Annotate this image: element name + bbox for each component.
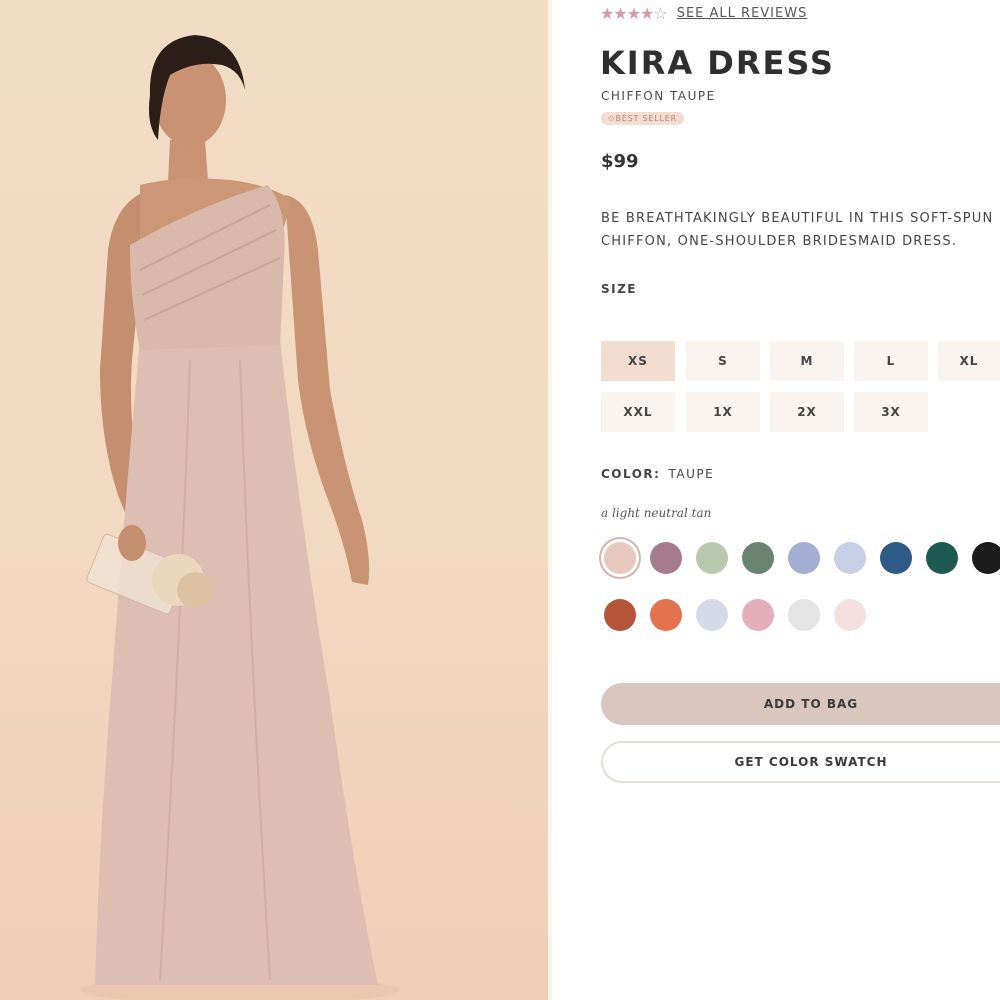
product-price: $99 [601,151,639,172]
color-swatch[interactable] [696,542,728,574]
product-photo [0,0,548,1000]
size-option-l[interactable]: L [854,341,928,381]
size-option-xxl[interactable]: XXL [601,392,675,432]
color-swatch[interactable] [742,599,774,631]
star-rating: ★★★★☆ [600,4,668,23]
description-line-2: CHIFFON, ONE-SHOULDER BRIDESMAID DRESS. [601,234,958,249]
color-swatch[interactable] [972,542,1000,574]
selected-color-description: a light neutral tan [601,506,712,520]
size-label: SIZE [601,282,638,296]
size-option-2x[interactable]: 2X [770,392,844,432]
color-label-title: COLOR: [601,467,661,481]
description-line-1: BE BREATHTAKINGLY BEAUTIFUL IN THIS SOFT… [601,211,994,226]
size-option-s[interactable]: S [686,341,760,381]
size-option-3x[interactable]: 3X [854,392,928,432]
color-swatch[interactable] [788,542,820,574]
size-option-m[interactable]: M [770,341,844,381]
product-description: BE BREATHTAKINGLY BEAUTIFUL IN THIS SOFT… [601,207,1000,253]
color-swatch[interactable] [696,599,728,631]
size-option-xs[interactable]: XS [601,341,675,381]
rating-row: ★★★★☆ SEE ALL REVIEWS [600,4,807,23]
add-to-bag-button[interactable]: ADD TO BAG [601,683,1000,725]
size-option-xl[interactable]: XL [938,341,1000,381]
size-option-1x[interactable]: 1X [686,392,760,432]
color-swatch[interactable] [788,599,820,631]
color-swatch[interactable] [834,599,866,631]
color-swatch[interactable] [834,542,866,574]
color-swatch[interactable] [880,542,912,574]
product-variant: CHIFFON TAUPE [601,89,716,103]
best-seller-badge: ✩BEST SELLER [601,112,685,125]
color-label: COLOR: TAUPE [601,467,714,481]
get-color-swatch-button[interactable]: GET COLOR SWATCH [601,741,1000,783]
model-in-dress-illustration [80,35,400,1000]
color-swatch[interactable] [650,542,682,574]
selected-color-name: TAUPE [668,467,715,481]
color-swatch[interactable] [604,599,636,631]
product-title: KIRA DRESS [600,44,835,82]
color-swatch[interactable] [604,542,636,574]
color-swatch[interactable] [650,599,682,631]
color-swatch[interactable] [926,542,958,574]
color-swatch[interactable] [742,542,774,574]
see-all-reviews-link[interactable]: SEE ALL REVIEWS [677,6,808,21]
product-details-panel: ★★★★☆ SEE ALL REVIEWS KIRA DRESS CHIFFON… [552,0,1000,1000]
